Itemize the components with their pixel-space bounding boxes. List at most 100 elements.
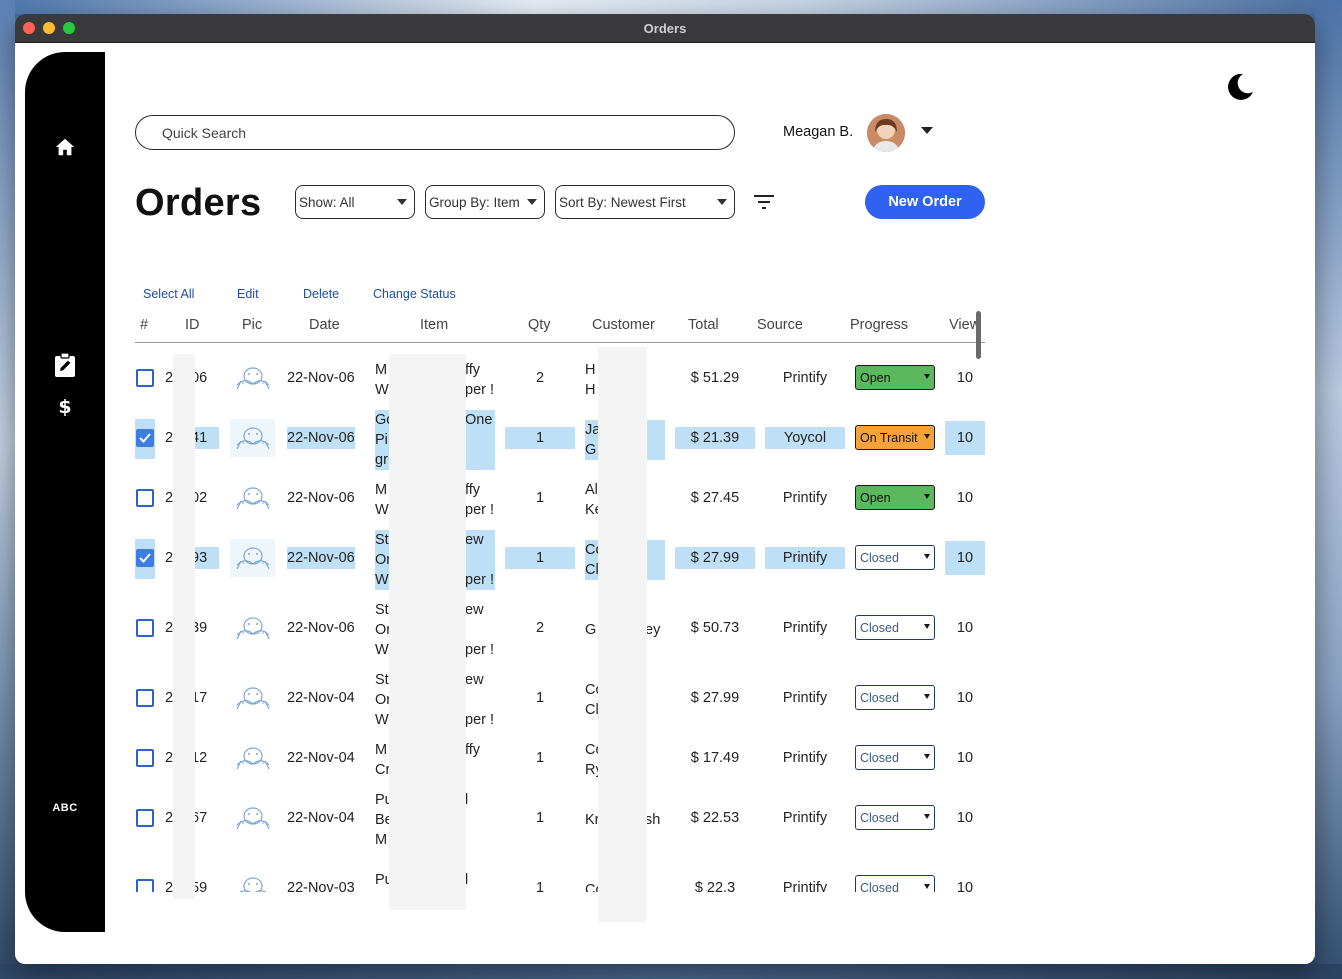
row-total: $ 27.99: [675, 547, 755, 569]
row-checkbox[interactable]: [136, 689, 154, 707]
row-view[interactable]: 10: [945, 361, 985, 395]
table-row[interactable]: 2 93 22-Nov-06 St Or Wew per ! 1 Co Cl $ 27.99 Prin…: [15, 527, 1315, 590]
progress-status-dropdown[interactable]: Closed: [855, 875, 935, 892]
row-total: $ 21.39: [675, 427, 755, 449]
row-checkbox[interactable]: [136, 549, 154, 567]
table-row[interactable]: 2 41 22-Nov-06 Go Pi gr One 1 Ja G $ 21.39 Yoycol On…: [15, 407, 1315, 470]
product-thumbnail[interactable]: [230, 539, 275, 577]
row-view[interactable]: 10: [945, 611, 985, 645]
item-line-end: ffy: [465, 482, 481, 498]
row-date: 22-Nov-06: [287, 620, 355, 636]
row-id: 06: [191, 370, 208, 386]
progress-status-dropdown[interactable]: Closed: [855, 745, 935, 770]
progress-status-dropdown[interactable]: Closed: [855, 615, 935, 640]
table-row[interactable]: 2 02 22-Nov-06 M Wffy per ! 1 Al Ke $ 27.45 Printi…: [15, 467, 1315, 527]
product-thumbnail[interactable]: [230, 869, 275, 892]
row-id: 59: [191, 880, 208, 892]
row-source: Printify: [782, 370, 828, 386]
app-window: Orders $ ABC Meagan B. Orders Show: All: [15, 14, 1315, 964]
table-row[interactable]: 2 12 22-Nov-04 M Cr ffy 1 Co Ry $ 17.49 Printify Cl…: [15, 727, 1315, 787]
row-source: Printify: [782, 620, 828, 636]
row-view[interactable]: 10: [945, 741, 985, 775]
row-total: $ 17.49: [690, 750, 740, 766]
table-row[interactable]: 2 39 22-Nov-06 St Or Wew per ! 2 Gey $ 50.73 Print…: [15, 597, 1315, 658]
progress-status-dropdown[interactable]: On Transit: [855, 425, 935, 450]
row-checkbox[interactable]: [136, 489, 154, 507]
row-source: Printify: [765, 547, 845, 569]
product-thumbnail[interactable]: [230, 609, 275, 647]
row-id: 39: [191, 620, 208, 636]
table-row[interactable]: 2 17 22-Nov-04 St Or Wew per ! 1 Co Cl $ 27.99 Prin…: [15, 667, 1315, 728]
item-line-end: ew: [465, 532, 484, 548]
table-row[interactable]: 25922-Nov-03PuBel1Co$ 22.3PrintifyClosed…: [15, 857, 1315, 892]
progress-status-dropdown[interactable]: Closed: [855, 545, 935, 570]
row-id: 12: [191, 750, 208, 766]
product-thumbnail[interactable]: [230, 799, 275, 837]
progress-status-label: Closed: [860, 810, 899, 825]
progress-status-label: On Transit: [860, 430, 918, 445]
row-qty: 1: [505, 427, 575, 449]
row-view[interactable]: 10: [945, 801, 985, 835]
row-qty: 1: [535, 490, 545, 506]
row-view[interactable]: 10: [945, 541, 985, 575]
row-checkbox[interactable]: [136, 809, 154, 827]
table-row[interactable]: 2 06 22-Nov-06 M Wffy per ! 2 H H $ 51.29 Printify…: [15, 347, 1315, 407]
row-view[interactable]: 10: [945, 421, 985, 455]
row-checkbox[interactable]: [136, 429, 154, 447]
row-checkbox[interactable]: [136, 369, 154, 387]
row-date: 22-Nov-04: [287, 810, 355, 826]
item-line-end: per !: [465, 382, 495, 398]
row-checkbox[interactable]: [136, 749, 154, 767]
row-checkbox[interactable]: [136, 619, 154, 637]
progress-status-label: Closed: [860, 750, 899, 765]
row-number: 2: [165, 430, 174, 446]
table-row[interactable]: 2 67 22-Nov-04 Pu Be Ml 1 Kr sh $ 22.53 Printify Cl…: [15, 787, 1315, 848]
row-view[interactable]: 10: [945, 871, 985, 892]
item-line-end: ffy: [465, 362, 481, 378]
row-number: 2: [165, 750, 174, 766]
row-qty: 2: [535, 620, 545, 636]
row-number: 2: [165, 490, 174, 506]
row-checkbox[interactable]: [136, 879, 154, 892]
row-view[interactable]: 10: [945, 481, 985, 515]
row-id: 02: [191, 490, 208, 506]
row-view[interactable]: 10: [945, 681, 985, 715]
product-thumbnail[interactable]: [230, 359, 275, 397]
row-date: 22-Nov-06: [287, 490, 355, 506]
item-line-end: ew: [465, 672, 484, 688]
chevron-down-icon: [924, 494, 930, 499]
progress-status-dropdown[interactable]: Closed: [855, 805, 935, 830]
row-id: 67: [191, 810, 208, 826]
row-number: 2: [165, 620, 174, 636]
chevron-down-icon: [924, 884, 930, 889]
product-thumbnail[interactable]: [230, 679, 275, 717]
row-number: 2: [165, 550, 174, 566]
progress-status-label: Closed: [860, 690, 899, 705]
chevron-down-icon: [924, 694, 930, 699]
row-qty: 2: [535, 370, 545, 386]
product-thumbnail[interactable]: [230, 739, 275, 777]
product-thumbnail[interactable]: [230, 419, 275, 457]
progress-status-dropdown[interactable]: Open: [855, 365, 935, 390]
row-qty: 1: [535, 690, 545, 706]
row-number: 2: [165, 810, 174, 826]
redaction-mask: [389, 354, 466, 910]
item-line-end: per !: [465, 572, 495, 588]
product-thumbnail[interactable]: [230, 479, 275, 517]
redaction-mask: [173, 354, 195, 899]
row-qty: 1: [505, 547, 575, 569]
row-source: Yoycol: [765, 427, 845, 449]
progress-status-dropdown[interactable]: Closed: [855, 685, 935, 710]
chevron-down-icon: [924, 374, 930, 379]
chevron-down-icon: [924, 554, 930, 559]
chevron-down-icon: [924, 624, 930, 629]
progress-status-dropdown[interactable]: Open: [855, 485, 935, 510]
row-source: Printify: [782, 750, 828, 766]
row-total: $ 51.29: [690, 370, 740, 386]
row-source: Printify: [782, 690, 828, 706]
progress-status-label: Closed: [860, 880, 899, 893]
progress-status-label: Open: [860, 370, 891, 385]
row-qty: 1: [535, 750, 545, 766]
row-date: 22-Nov-06: [287, 427, 355, 449]
chevron-down-icon: [924, 814, 930, 819]
